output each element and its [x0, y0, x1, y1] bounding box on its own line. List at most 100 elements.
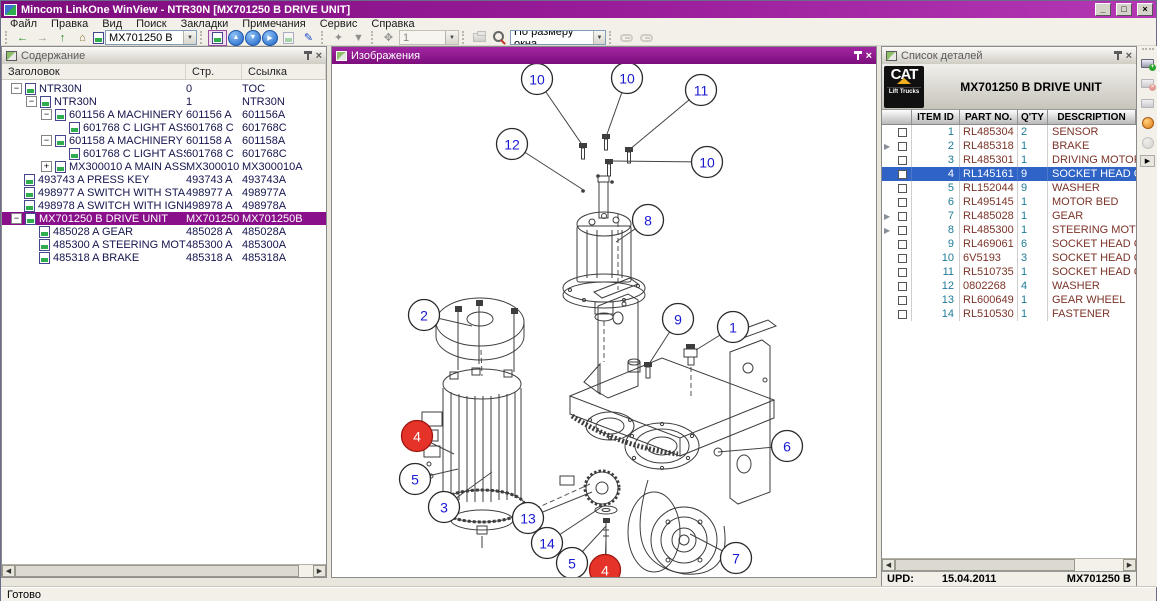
- chevron-down-icon[interactable]: ▼: [183, 31, 196, 44]
- close-icon[interactable]: ×: [316, 51, 322, 61]
- scroll-right-icon[interactable]: ▶: [1123, 559, 1136, 571]
- menu-item-3[interactable]: Вид: [95, 18, 129, 30]
- column-header-qty[interactable]: Q'TY: [1018, 110, 1048, 124]
- expand-icon[interactable]: +: [41, 161, 52, 172]
- close-icon[interactable]: ×: [1126, 51, 1132, 61]
- row-checkbox[interactable]: [898, 254, 907, 263]
- row-checkbox[interactable]: [898, 240, 907, 249]
- scrollbar-thumb[interactable]: [895, 559, 1075, 571]
- home-button[interactable]: ⌂: [73, 30, 92, 45]
- forward-button[interactable]: →: [33, 30, 52, 45]
- table-row[interactable]: ▶8RL4853001STEERING MOTOR: [882, 223, 1136, 237]
- pointer-dropdown-button[interactable]: ▼: [349, 30, 368, 45]
- table-row[interactable]: ▶7RL4850281GEAR: [882, 209, 1136, 223]
- callout-4[interactable]: 4: [402, 421, 455, 455]
- add-to-selection-button[interactable]: +: [1139, 55, 1157, 71]
- tree-row[interactable]: +MX300010 A MAIN ASSEMBLYMX300010 AMX300…: [2, 160, 326, 173]
- contents-hscrollbar[interactable]: ◀ ▶: [2, 564, 326, 577]
- row-checkbox[interactable]: [898, 212, 907, 221]
- table-row[interactable]: 14RL5105301FASTENER: [882, 307, 1136, 321]
- callout-1[interactable]: 1: [696, 312, 749, 351]
- row-checkbox[interactable]: [898, 170, 907, 179]
- zoom-mode-select[interactable]: По размеру окна ▼: [510, 30, 606, 45]
- callout-4[interactable]: 4: [590, 538, 621, 577]
- sync-toggle-button[interactable]: [208, 30, 227, 46]
- sensor-drawing[interactable]: [684, 349, 697, 365]
- column-header-title[interactable]: Заголовок: [2, 64, 186, 79]
- table-row[interactable]: 6RL4951451MOTOR BED: [882, 195, 1136, 209]
- pin-icon[interactable]: [853, 51, 862, 61]
- row-checkbox[interactable]: [898, 128, 907, 137]
- row-checkbox[interactable]: [898, 296, 907, 305]
- callout-9[interactable]: 9: [649, 304, 694, 365]
- pointer-tool-button[interactable]: ✦: [329, 30, 348, 45]
- row-checkbox[interactable]: [898, 142, 907, 151]
- tree-row[interactable]: 493743 A PRESS KEY493743 A493743A: [2, 173, 326, 186]
- scrollbar-track[interactable]: [299, 565, 313, 577]
- view-selection-button[interactable]: [1139, 95, 1157, 111]
- up-level-button[interactable]: ↑: [53, 30, 72, 45]
- table-row[interactable]: 106V51933SOCKET HEAD CAP SCRE: [882, 251, 1136, 265]
- next-image-button[interactable]: ▼: [245, 30, 261, 46]
- callout-12[interactable]: 12: [497, 129, 586, 192]
- row-checkbox[interactable]: [898, 282, 907, 291]
- callout-10[interactable]: 10: [522, 64, 584, 146]
- table-row[interactable]: 9RL4690616SOCKET HEAD CAP SCRE: [882, 237, 1136, 251]
- close-button[interactable]: ×: [1137, 3, 1153, 16]
- table-row[interactable]: ▶2RL4853181BRAKE: [882, 139, 1136, 153]
- collapse-icon[interactable]: −: [11, 213, 22, 224]
- column-header-item-id[interactable]: ITEM ID: [912, 110, 960, 124]
- toolbar-grip[interactable]: [200, 31, 204, 44]
- scroll-right-icon[interactable]: ▶: [313, 565, 326, 577]
- scrollbar-thumb[interactable]: [15, 565, 299, 577]
- pan-tool-button[interactable]: ✥: [379, 30, 398, 45]
- row-checkbox[interactable]: [898, 156, 907, 165]
- table-row[interactable]: 11RL5107351SOCKET HEAD CAP SCRE: [882, 265, 1136, 279]
- callout-13[interactable]: 13: [513, 492, 593, 534]
- table-row[interactable]: 3RL4853011DRIVING MOTOR: [882, 153, 1136, 167]
- table-row[interactable]: 13RL6006491GEAR WHEEL: [882, 293, 1136, 307]
- book-select[interactable]: MX701250 B ▼: [105, 30, 197, 45]
- detach-image-button[interactable]: [279, 30, 298, 45]
- column-header-select[interactable]: [882, 110, 912, 124]
- tree-row[interactable]: 485028 A GEAR485028 A485028A: [2, 225, 326, 238]
- annotation-button[interactable]: ✎: [299, 30, 318, 45]
- menu-item-2[interactable]: Правка: [44, 18, 95, 30]
- screw-drawing[interactable]: [646, 367, 650, 378]
- row-checkbox[interactable]: [898, 198, 907, 207]
- print-button[interactable]: [470, 30, 489, 45]
- pin-icon[interactable]: [303, 51, 312, 61]
- callout-5[interactable]: 5: [400, 464, 459, 495]
- restore-button[interactable]: □: [1116, 3, 1132, 16]
- toolbar-grip[interactable]: [321, 31, 325, 44]
- tree-row[interactable]: 601768 C LIGHT ASSEMBLY,...601768 C60176…: [2, 121, 326, 134]
- zoom-tool-button[interactable]: [490, 30, 509, 45]
- menu-item-4[interactable]: Поиск: [129, 18, 173, 30]
- tree-row[interactable]: 485318 A BRAKE485318 A485318A: [2, 251, 326, 264]
- tree-row[interactable]: 601768 C LIGHT ASSEMBLY,...601768 C60176…: [2, 147, 326, 160]
- remove-from-selection-button[interactable]: ×: [1139, 75, 1157, 91]
- callout-11[interactable]: 11: [629, 75, 717, 151]
- menu-item-7[interactable]: Сервис: [313, 18, 365, 30]
- callout-7[interactable]: 7: [690, 534, 752, 574]
- menu-item-6[interactable]: Примечания: [235, 18, 313, 30]
- row-checkbox[interactable]: [898, 184, 907, 193]
- callout-2[interactable]: 2: [409, 300, 473, 331]
- row-checkbox[interactable]: [898, 310, 907, 319]
- chevron-down-icon[interactable]: ▼: [593, 31, 605, 44]
- scroll-left-icon[interactable]: ◀: [882, 559, 895, 571]
- back-button[interactable]: ←: [13, 30, 32, 45]
- tree-row[interactable]: −601158 A MACHINERY SHIELD...601158 A601…: [2, 134, 326, 147]
- table-row[interactable]: 1208022684WASHER: [882, 279, 1136, 293]
- toolbar-overflow-button[interactable]: ▶: [1140, 155, 1155, 167]
- page-number-input[interactable]: 1 ▼: [399, 30, 459, 45]
- callout-8[interactable]: 8: [616, 205, 664, 243]
- table-row[interactable]: 5RL1520449WASHER: [882, 181, 1136, 195]
- prev-image-button[interactable]: ▲: [228, 30, 244, 46]
- tree-row[interactable]: 498978 A SWITCH WITH IGNITION LOCK498978…: [2, 199, 326, 212]
- parts-hscrollbar[interactable]: ◀ ▶: [882, 558, 1136, 571]
- chevron-down-icon[interactable]: ▼: [445, 31, 458, 44]
- minimize-button[interactable]: _: [1095, 3, 1111, 16]
- exploded-diagram[interactable]: 1010111210829145361314547: [332, 64, 876, 577]
- last-image-button[interactable]: ▶: [262, 30, 278, 46]
